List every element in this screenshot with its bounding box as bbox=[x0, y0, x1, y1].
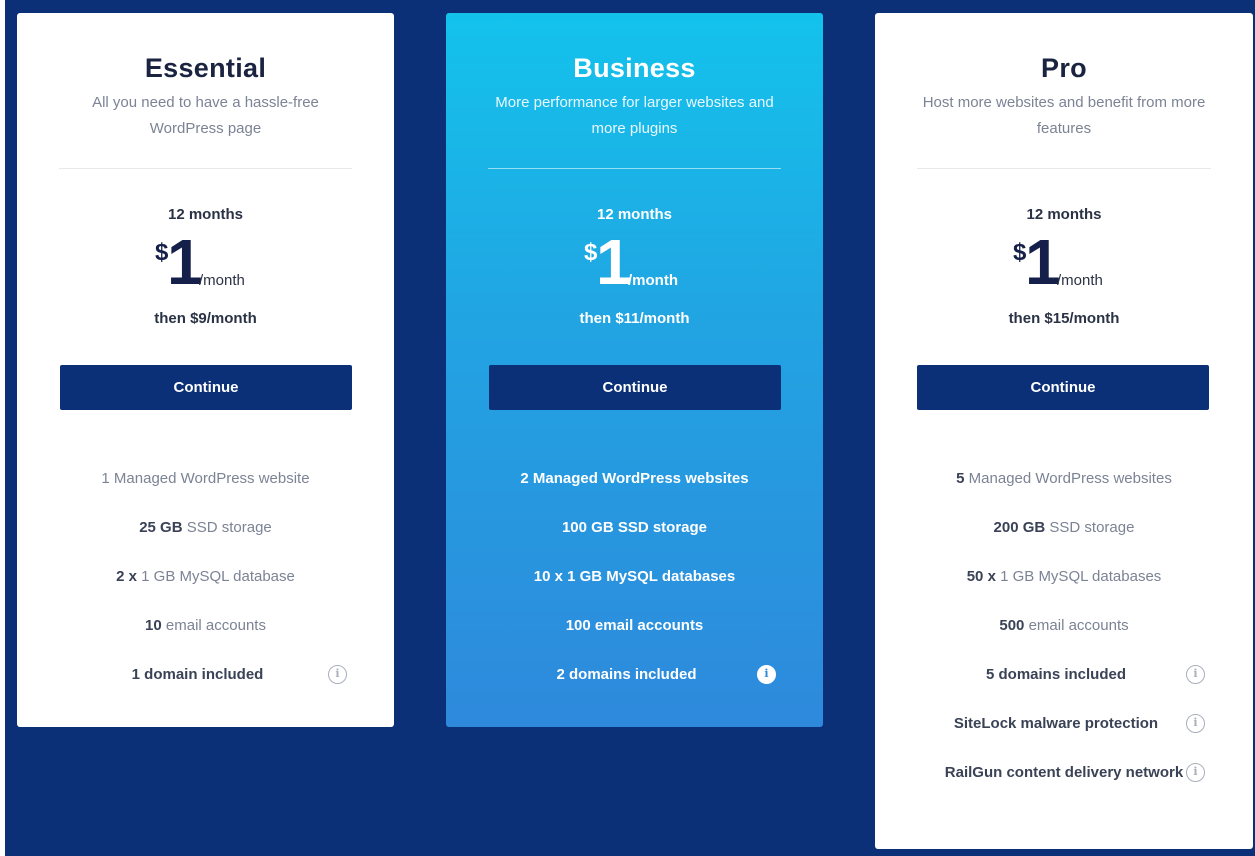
divider bbox=[59, 168, 352, 169]
feature-database: 10 x 1 GB MySQL databases bbox=[533, 568, 736, 585]
feature-email: 500 email accounts bbox=[999, 617, 1129, 634]
divider bbox=[488, 168, 781, 169]
info-icon[interactable]: i bbox=[1186, 665, 1205, 684]
plan-period: 12 months bbox=[596, 206, 672, 223]
pricing-section: Essential All you need to have a hassle-… bbox=[5, 0, 1255, 856]
continue-button-business[interactable]: Continue bbox=[489, 365, 781, 410]
price-amount: 1 bbox=[596, 226, 632, 298]
feature-email: 10 email accounts bbox=[145, 617, 266, 634]
plan-card-business: Business More performance for larger web… bbox=[446, 13, 823, 727]
plan-card-essential: Essential All you need to have a hassle-… bbox=[17, 13, 394, 727]
price-unit: /month bbox=[199, 272, 245, 289]
plan-price: $ 1 /month bbox=[875, 227, 1253, 297]
plan-title: Pro bbox=[1041, 53, 1087, 83]
renewal-price: then $15/month bbox=[1008, 310, 1120, 327]
feature-storage: 25 GB SSD storage bbox=[139, 519, 272, 536]
feature-railgun: RailGun content delivery network bbox=[944, 764, 1184, 781]
plan-price: $ 1 /month bbox=[17, 227, 394, 297]
price-amount: 1 bbox=[167, 226, 203, 298]
plan-title: Essential bbox=[144, 53, 267, 83]
price-unit: /month bbox=[1057, 272, 1103, 289]
price-unit: /month bbox=[628, 272, 678, 289]
feature-storage: 100 GB SSD storage bbox=[561, 519, 708, 536]
plan-card-pro: Pro Host more websites and benefit from … bbox=[875, 13, 1253, 849]
feature-database: 50 x 1 GB MySQL databases bbox=[966, 568, 1162, 585]
price-amount: 1 bbox=[1025, 226, 1061, 298]
feature-websites: 5 Managed WordPress websites bbox=[956, 470, 1172, 487]
plan-period: 12 months bbox=[167, 206, 243, 223]
info-icon[interactable]: i bbox=[328, 665, 347, 684]
plan-title: Business bbox=[573, 53, 696, 83]
renewal-price: then $9/month bbox=[154, 310, 257, 327]
plan-subtitle: All you need to have a hassle-free WordP… bbox=[92, 94, 319, 137]
plan-subtitle: Host more websites and benefit from more… bbox=[922, 94, 1206, 137]
continue-button-essential[interactable]: Continue bbox=[60, 365, 352, 410]
feature-websites: 1 Managed WordPress website bbox=[101, 470, 310, 487]
feature-email: 100 email accounts bbox=[565, 617, 704, 634]
plan-period: 12 months bbox=[1026, 206, 1102, 223]
feature-websites: 2 Managed WordPress websites bbox=[520, 470, 749, 487]
info-icon[interactable]: i bbox=[1186, 714, 1205, 733]
continue-button-pro[interactable]: Continue bbox=[917, 365, 1209, 410]
plan-subtitle: More performance for larger websites and… bbox=[495, 94, 774, 137]
info-icon[interactable]: i bbox=[757, 665, 776, 684]
renewal-price: then $11/month bbox=[579, 310, 690, 327]
feature-storage: 200 GB SSD storage bbox=[993, 519, 1135, 536]
feature-database: 2 x 1 GB MySQL database bbox=[116, 568, 295, 585]
divider bbox=[917, 168, 1211, 169]
plan-price: $ 1 /month bbox=[446, 227, 823, 297]
info-icon[interactable]: i bbox=[1186, 763, 1205, 782]
